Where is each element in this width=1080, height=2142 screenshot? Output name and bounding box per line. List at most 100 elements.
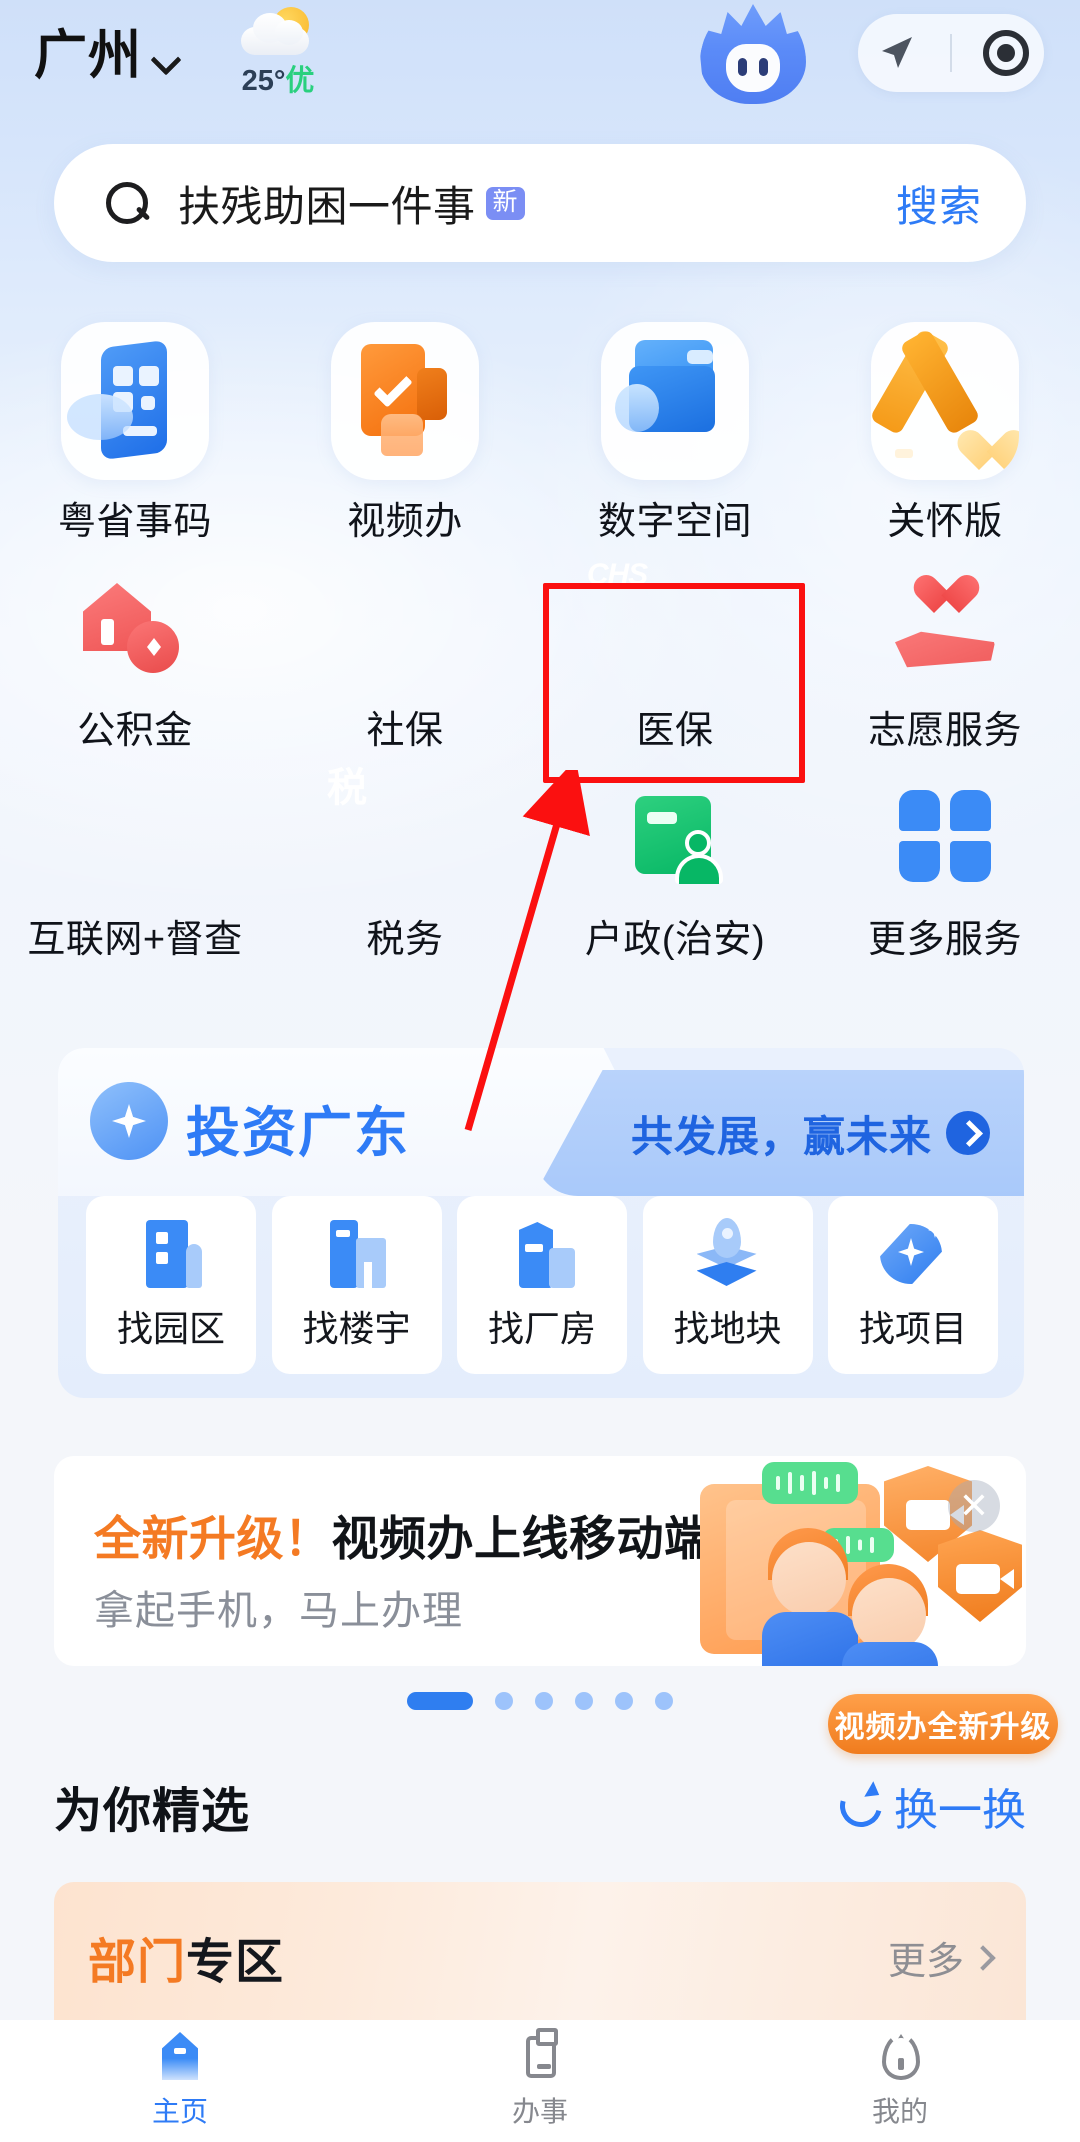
dept-more-label: 更多	[887, 1941, 964, 1983]
service-label: 户政(治安)	[584, 919, 766, 961]
divider	[949, 34, 952, 72]
qr-code-card-icon	[61, 322, 209, 480]
service-item-hulianwangduchao[interactable]: ★ 互联网+督查	[0, 784, 270, 963]
tax-icon: 税	[327, 766, 367, 810]
search-button[interactable]: 搜索	[896, 173, 982, 234]
search-query: 扶残助困一件事	[178, 182, 476, 230]
service-item-gongjijin[interactable]: 公积金	[0, 575, 270, 754]
promo-title-rest: 视频办上线移动端	[331, 1512, 712, 1565]
invest-guangdong-logo-icon	[90, 1082, 168, 1160]
service-label: 公积金	[77, 710, 193, 752]
factory-icon	[505, 1218, 579, 1290]
service-label: 关怀版	[887, 501, 1003, 543]
partly-cloudy-icon	[241, 7, 315, 55]
chevron-down-icon	[152, 47, 178, 73]
service-item-shipinban[interactable]: 视频办	[270, 322, 540, 545]
carousel-dots[interactable]	[0, 1692, 1080, 1710]
tab-home[interactable]: 主页	[0, 2030, 360, 2130]
carousel-dot[interactable]	[495, 1692, 513, 1710]
land-plot-pin-icon	[691, 1218, 765, 1290]
weather-text: 25°优	[242, 57, 315, 99]
for-you-section-header: 为你精选 换一换	[54, 1768, 1026, 1844]
section-title: 为你精选	[54, 1785, 251, 1838]
app-root: 广州 25°优 扶残助困一件事 新 搜索 粤省事码 视频办 数字空间 关怀版 公…	[0, 0, 1080, 2142]
service-label: 视频办	[347, 501, 463, 543]
medical-insurance-chs-icon: CHS	[586, 558, 648, 591]
invest-item-label: 找项目	[858, 1308, 967, 1349]
search-bar[interactable]: 扶残助困一件事 新 搜索	[54, 144, 1026, 262]
profile-mascot-icon	[874, 2030, 926, 2084]
invest-card-tagline[interactable]: 共发展，赢未来	[534, 1070, 1024, 1196]
invest-item-label: 找地块	[673, 1308, 782, 1349]
refresh-button[interactable]: 换一换	[840, 1774, 1026, 1838]
invest-item-project[interactable]: 找项目	[828, 1196, 998, 1374]
bottom-tabbar: 主页 办事 我的	[0, 2020, 1080, 2142]
invest-item-land[interactable]: 找地块	[642, 1196, 813, 1374]
service-item-yueshengshima[interactable]: 粤省事码	[0, 322, 270, 545]
tab-profile[interactable]: 我的	[720, 2030, 1080, 2130]
service-label: 医保	[636, 710, 714, 752]
video-service-icon	[331, 322, 479, 480]
dept-more-link[interactable]: 更多	[887, 1930, 996, 1985]
search-new-badge: 新	[485, 186, 526, 220]
tab-label: 我的	[871, 2096, 928, 2127]
household-police-card-icon	[617, 784, 733, 894]
promo-subtitle: 拿起手机，马上办理	[94, 1589, 463, 1633]
header: 广州 25°优	[0, 0, 1080, 110]
promo-title-highlight: 全新升级！	[94, 1512, 332, 1565]
office-building-icon	[320, 1218, 394, 1290]
social-insurance-shield-icon: SI	[329, 554, 365, 596]
refresh-icon	[840, 1785, 882, 1827]
service-item-gengduofuwu[interactable]: 更多服务	[810, 784, 1080, 963]
refresh-label: 换一换	[894, 1786, 1026, 1835]
invest-item-label: 找园区	[116, 1308, 225, 1349]
service-item-yibao[interactable]: CHS 医保	[540, 558, 810, 754]
invest-guangdong-card[interactable]: 投资广东 共发展，赢未来 找园区 找楼宇 找厂房 找地块 找项目	[58, 1048, 1024, 1398]
invest-tagline-text: 共发展，赢未来	[630, 1112, 932, 1160]
service-item-guanhuaiban[interactable]: 关怀版	[810, 322, 1080, 545]
tab-services[interactable]: 办事	[360, 2028, 720, 2130]
invest-item-label: 找厂房	[487, 1308, 596, 1349]
service-item-shuiwu[interactable]: 税 税务	[270, 766, 540, 963]
carousel-dot[interactable]	[535, 1692, 553, 1710]
service-label: 粤省事码	[57, 501, 212, 543]
search-icon	[104, 180, 150, 226]
service-label: 互联网+督查	[27, 919, 243, 961]
weather-widget[interactable]: 25°优	[218, 7, 338, 99]
service-item-shuzikongjian[interactable]: 数字空间	[540, 322, 810, 545]
city-selector[interactable]: 广州	[34, 29, 178, 82]
record-dot-icon[interactable]	[982, 30, 1029, 76]
invest-item-building[interactable]: 找楼宇	[271, 1196, 442, 1374]
dept-card-title: 部门专区	[88, 1922, 284, 1992]
carousel-dot[interactable]	[655, 1692, 673, 1710]
service-label: 社保	[366, 710, 444, 752]
carousel-dot[interactable]	[615, 1692, 633, 1710]
service-item-shebao[interactable]: SI 社保	[270, 575, 540, 754]
volunteer-heart-hand-icon	[887, 575, 1003, 685]
dept-zone-card[interactable]: 部门专区 更多	[54, 1882, 1026, 2020]
more-services-grid-icon	[887, 784, 1003, 894]
mascot-avatar-icon[interactable]	[700, 4, 806, 108]
service-grid-row: 粤省事码 视频办 数字空间 关怀版	[0, 322, 1080, 545]
close-icon[interactable]: ✕	[948, 1480, 1000, 1532]
supervision-shield-star-icon: ★	[59, 812, 95, 856]
temperature: 25°	[241, 65, 286, 97]
city-name: 广州	[34, 25, 142, 85]
chevron-right-icon	[970, 1944, 996, 1971]
invest-card-title: 投资广东	[186, 1103, 410, 1163]
care-ribbon-icon	[871, 322, 1019, 480]
service-item-zhiyuanfuwu[interactable]: 志愿服务	[810, 575, 1080, 754]
industrial-park-icon	[134, 1218, 208, 1290]
search-input[interactable]: 扶残助困一件事 新	[178, 173, 526, 234]
clipboard-icon	[514, 2028, 566, 2084]
invest-item-factory[interactable]: 找厂房	[457, 1196, 627, 1374]
promo-banner[interactable]: 全新升级！视频办上线移动端 拿起手机，马上办理 ✕	[54, 1456, 1026, 1666]
carousel-dot-active[interactable]	[407, 1692, 473, 1710]
location-arrow-icon[interactable]	[873, 30, 919, 76]
home-icon	[154, 2030, 206, 2084]
invest-item-list: 找园区 找楼宇 找厂房 找地块 找项目	[86, 1196, 998, 1374]
carousel-dot[interactable]	[575, 1692, 593, 1710]
service-item-huzheng[interactable]: 户政(治安)	[540, 784, 810, 963]
header-actions	[858, 14, 1044, 92]
invest-item-park[interactable]: 找园区	[86, 1196, 256, 1374]
